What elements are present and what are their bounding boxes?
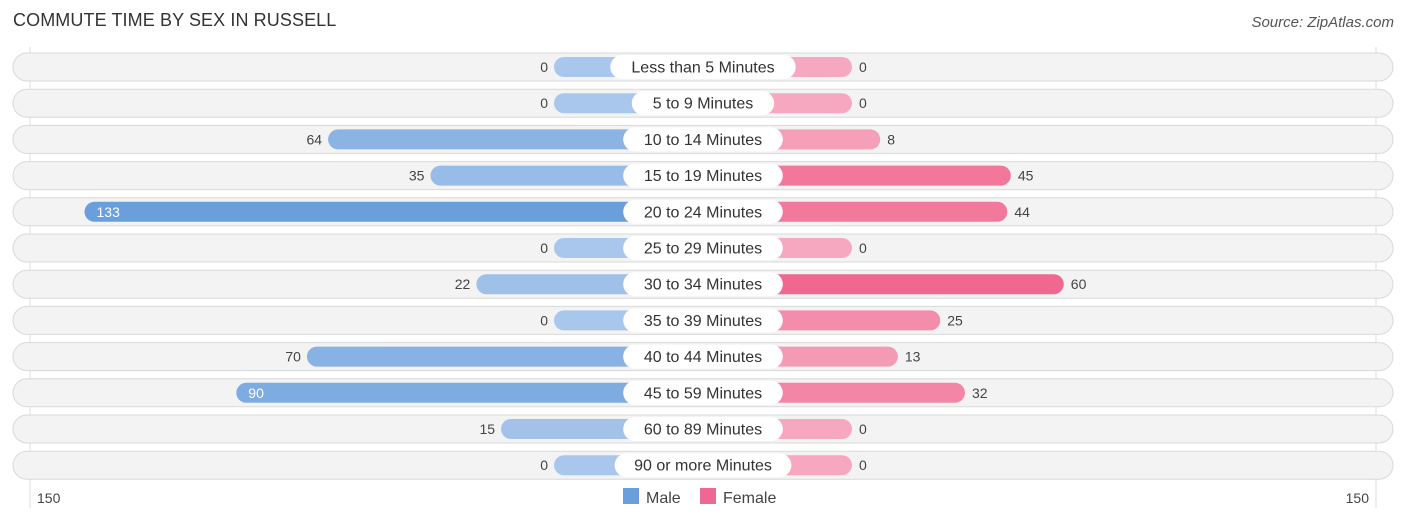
legend-label-male: Male [646, 490, 681, 507]
value-label-female: 0 [859, 95, 867, 111]
category-label: 5 to 9 Minutes [653, 96, 754, 113]
chart-row: 45 to 59 Minutes 90 32 [12, 378, 1394, 408]
chart-row: 25 to 29 Minutes 0 0 [12, 233, 1394, 263]
category-label: 45 to 59 Minutes [644, 385, 762, 402]
value-label-female: 32 [972, 385, 988, 401]
category-label: 60 to 89 Minutes [644, 422, 762, 439]
value-label-female: 0 [859, 59, 867, 75]
value-label-female: 45 [1018, 168, 1034, 184]
value-label-male: 0 [540, 59, 548, 75]
category-label: 40 to 44 Minutes [644, 349, 762, 366]
value-label-male: 64 [307, 131, 323, 147]
chart: Less than 5 Minutes 0 0 5 to 9 Minutes 0 0 10 … [12, 47, 1394, 508]
value-label-male: 133 [97, 204, 121, 220]
legend-label-female: Female [723, 490, 776, 507]
value-label-female: 44 [1014, 204, 1030, 220]
chart-row: 40 to 44 Minutes 70 13 [12, 342, 1394, 372]
category-label: Less than 5 Minutes [631, 60, 774, 77]
axis-label-right: 150 [1346, 490, 1370, 506]
bar-male [84, 201, 703, 222]
category-label: 90 or more Minutes [634, 458, 772, 475]
category-label: 20 to 24 Minutes [644, 204, 762, 221]
value-label-male: 22 [455, 276, 471, 292]
chart-row: 35 to 39 Minutes 0 25 [12, 305, 1394, 335]
chart-row: 5 to 9 Minutes 0 0 [12, 88, 1394, 118]
value-label-male: 70 [285, 349, 301, 365]
legend-swatch-female [700, 488, 716, 504]
category-label: 30 to 34 Minutes [644, 277, 762, 294]
category-label: 35 to 39 Minutes [644, 313, 762, 330]
value-label-male: 0 [540, 312, 548, 328]
legend-swatch-male [623, 488, 639, 504]
category-label: 25 to 29 Minutes [644, 241, 762, 258]
value-label-female: 60 [1071, 276, 1087, 292]
value-label-female: 13 [905, 349, 921, 365]
value-label-female: 25 [947, 312, 963, 328]
value-label-female: 0 [859, 457, 867, 473]
axis-label-left: 150 [37, 490, 61, 506]
value-label-male: 0 [540, 240, 548, 256]
chart-row: 30 to 34 Minutes 22 60 [12, 269, 1394, 299]
chart-row: 90 or more Minutes 0 0 [12, 450, 1394, 480]
value-label-male: 0 [540, 457, 548, 473]
chart-row: 15 to 19 Minutes 35 45 [12, 161, 1394, 191]
value-label-male: 15 [479, 421, 495, 437]
category-label: 15 to 19 Minutes [644, 168, 762, 185]
chart-row: 60 to 89 Minutes 15 0 [12, 414, 1394, 444]
chart-row: Less than 5 Minutes 0 0 [12, 52, 1394, 82]
value-label-female: 0 [859, 240, 867, 256]
value-label-male: 35 [409, 168, 425, 184]
chart-row: 20 to 24 Minutes 133 44 [12, 197, 1394, 227]
value-label-male: 90 [248, 385, 264, 401]
value-label-male: 0 [540, 95, 548, 111]
value-label-female: 0 [859, 421, 867, 437]
chart-row: 10 to 14 Minutes 64 8 [12, 124, 1394, 154]
value-label-female: 8 [887, 131, 895, 147]
category-label: 10 to 14 Minutes [644, 132, 762, 149]
